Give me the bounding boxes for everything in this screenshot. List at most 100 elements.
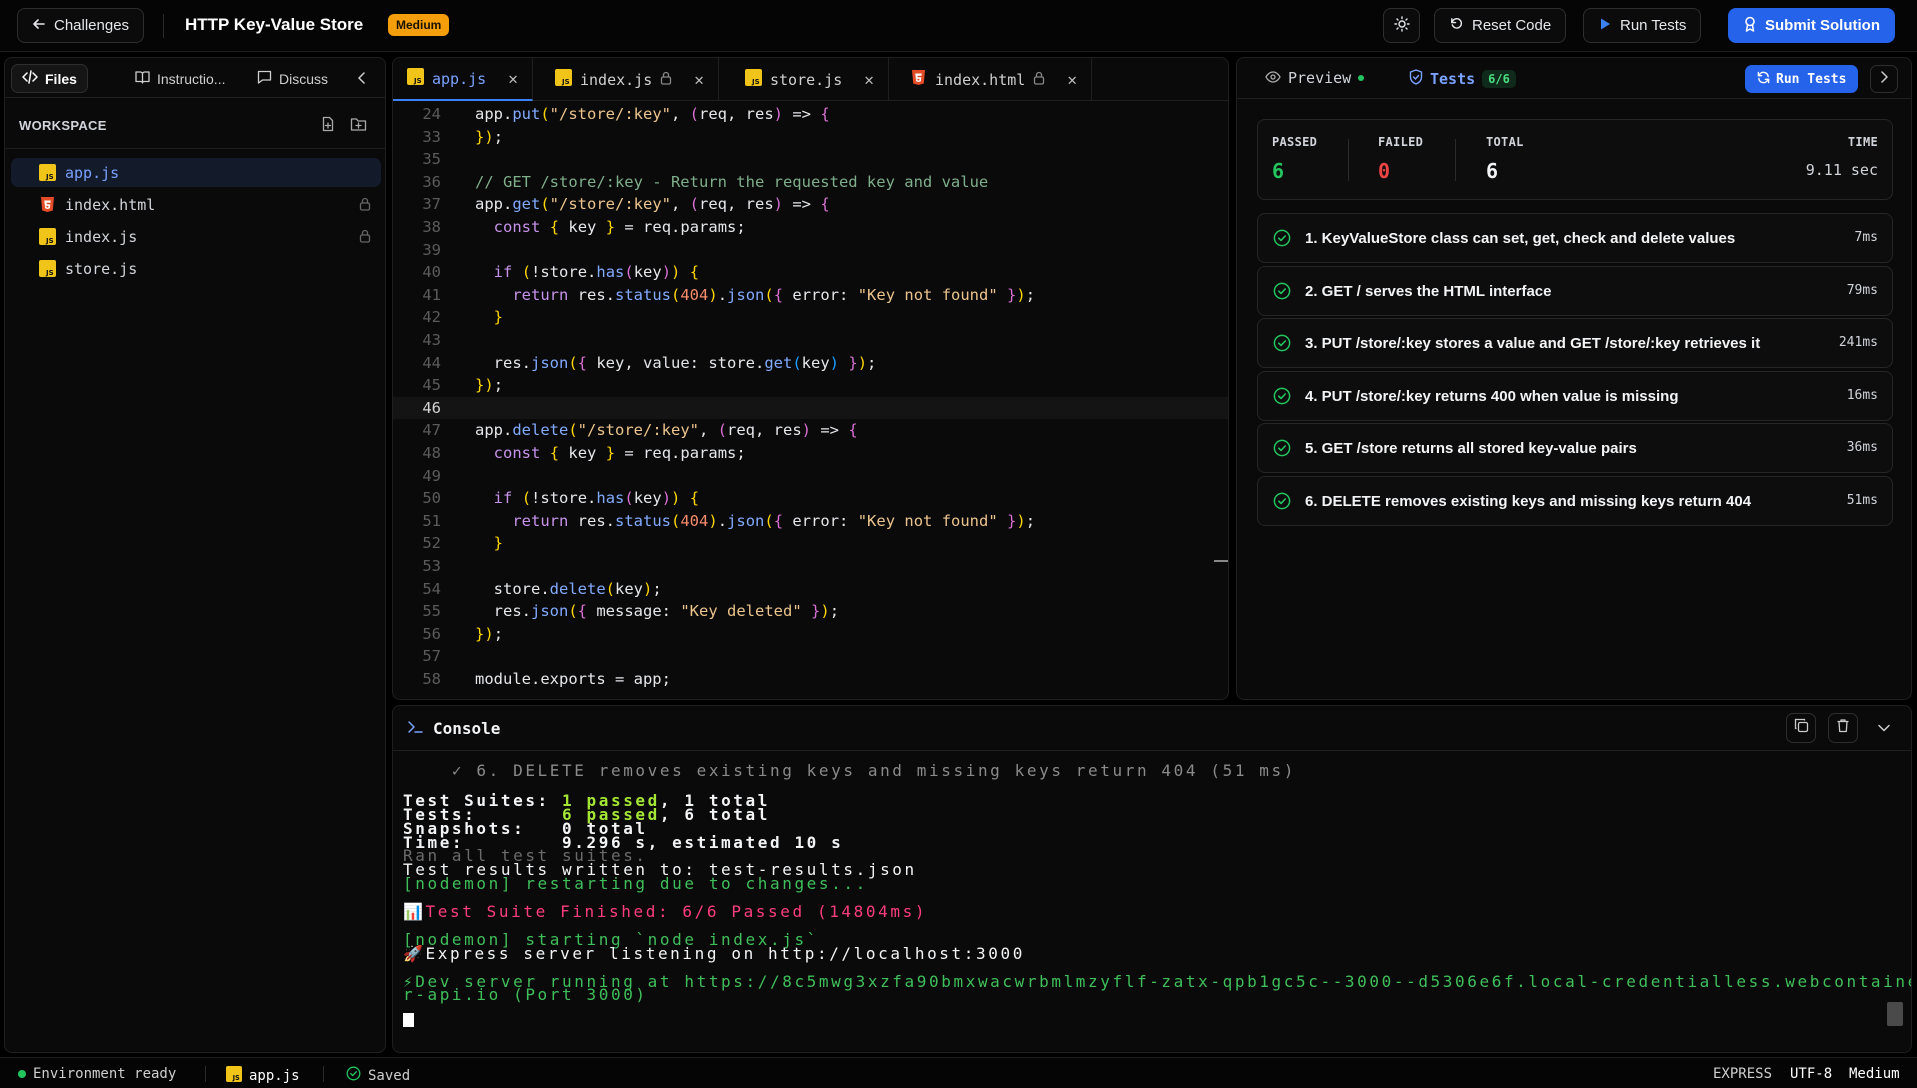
file-item-store-js[interactable]: JS store.js xyxy=(11,254,381,283)
test-result-row[interactable]: 3. PUT /store/:key stores a value and GE… xyxy=(1257,318,1893,369)
file-item-index-html[interactable]: index.html xyxy=(11,190,381,219)
test-result-row[interactable]: 2. GET / serves the HTML interface 79ms xyxy=(1257,265,1893,316)
code-line[interactable]: 54 store.delete(key); xyxy=(393,578,1228,601)
code-line[interactable]: 33}); xyxy=(393,126,1228,149)
tests-count-badge: 6/6 xyxy=(1482,70,1516,88)
tab-tests[interactable]: Tests 6/6 xyxy=(1409,69,1516,89)
test-duration: 51ms xyxy=(1846,493,1878,508)
editor-tabs: JS app.js ✕ JS index.js ✕ JS store.js ✕ xyxy=(393,58,1228,101)
code-line[interactable]: 57 xyxy=(393,645,1228,668)
tab-files[interactable]: Files xyxy=(11,64,88,93)
theme-toggle-button[interactable] xyxy=(1383,8,1420,43)
editor-tab-label: index.js xyxy=(580,70,653,89)
failed-label: FAILED xyxy=(1378,135,1424,149)
test-result-row[interactable]: 4. PUT /store/:key returns 400 when valu… xyxy=(1257,370,1893,421)
expand-panel-button[interactable] xyxy=(1870,65,1898,93)
code-line[interactable]: 47 app.delete("/store/:key", (req, res) =… xyxy=(393,419,1228,442)
test-summary: PASSED 6 FAILED 0 TOTAL 6 TIME 9.11 sec xyxy=(1257,119,1893,200)
code-line[interactable]: 41 return res.status(404).json({ error: … xyxy=(393,284,1228,307)
back-to-challenges-button[interactable]: Challenges xyxy=(17,8,145,43)
test-result-row[interactable]: 1. KeyValueStore class can set, get, che… xyxy=(1257,213,1893,263)
code-line[interactable]: 24 app.put("/store/:key", (req, res) => { xyxy=(393,103,1228,126)
editor-tab-store-js[interactable]: JS store.js ✕ xyxy=(731,58,889,101)
scrollbar-marker xyxy=(1214,560,1228,562)
code-line[interactable]: 39 xyxy=(393,239,1228,262)
status-dot xyxy=(1358,75,1365,81)
panel-run-tests-button[interactable]: Run Tests xyxy=(1745,65,1859,93)
copy-console-button[interactable] xyxy=(1786,713,1816,743)
javascript-file-icon: JS xyxy=(226,1066,242,1086)
tab-instructions[interactable]: Instructio... xyxy=(125,64,235,93)
tab-preview[interactable]: Preview xyxy=(1265,69,1365,87)
close-icon[interactable]: ✕ xyxy=(864,70,874,89)
file-item-app-js[interactable]: JS app.js xyxy=(11,158,381,187)
submit-solution-label: Submit Solution xyxy=(1765,17,1880,34)
code-line[interactable]: 51 return res.status(404).json({ error: … xyxy=(393,510,1228,533)
file-name: index.js xyxy=(65,228,138,246)
code-line[interactable]: 35 xyxy=(393,148,1228,171)
code-line[interactable]: 44 res.json({ key, value: store.get(key)… xyxy=(393,352,1228,375)
new-file-icon[interactable] xyxy=(320,116,336,137)
code-text: store.delete(key); xyxy=(475,579,662,598)
editor-tab-index-js[interactable]: JS index.js ✕ xyxy=(541,58,719,101)
collapse-console-button[interactable] xyxy=(1869,713,1899,743)
file-name: store.js xyxy=(65,260,138,278)
eye-icon xyxy=(1265,69,1281,87)
code-line[interactable]: 48 const { key } = req.params; xyxy=(393,442,1228,465)
lock-icon xyxy=(359,197,371,215)
summary-total: TOTAL 6 xyxy=(1486,135,1524,183)
code-text: }); xyxy=(475,127,504,146)
code-line[interactable]: 46 xyxy=(393,396,1228,420)
html5-file-icon xyxy=(910,69,927,90)
line-number: 39 xyxy=(422,240,441,259)
close-icon[interactable]: ✕ xyxy=(694,70,704,89)
code-line[interactable]: 50 if (!store.has(key)) { xyxy=(393,487,1228,510)
editor-tab-label: app.js xyxy=(432,69,487,88)
code-line[interactable]: 49 xyxy=(393,465,1228,488)
code-line[interactable]: 37 app.get("/store/:key", (req, res) => { xyxy=(393,193,1228,216)
reset-code-button[interactable]: Reset Code xyxy=(1434,8,1567,43)
editor-tab-index-html[interactable]: index.html ✕ xyxy=(896,58,1092,101)
lock-icon xyxy=(359,229,371,247)
difficulty-label: Medium xyxy=(1849,1066,1900,1082)
environment-status-label: Environment ready xyxy=(33,1066,177,1082)
code-line[interactable]: 56}); xyxy=(393,623,1228,646)
console-line: [nodemon] restarting due to changes... xyxy=(403,876,868,892)
code-area[interactable]: 24 app.put("/store/:key", (req, res) => {… xyxy=(393,103,1228,693)
code-line[interactable]: 43 xyxy=(393,329,1228,352)
file-item-index-js[interactable]: JS index.js xyxy=(11,222,381,251)
time-label: TIME xyxy=(1847,135,1878,149)
code-line[interactable]: 53 xyxy=(393,555,1228,578)
console-scrollbar[interactable] xyxy=(1887,1002,1903,1026)
javascript-file-icon: JS xyxy=(39,164,56,181)
difficulty-badge: Medium xyxy=(388,14,450,36)
new-folder-icon[interactable] xyxy=(350,116,367,137)
console-text: ✓ 6. DELETE removes existing keys and mi… xyxy=(403,761,1296,780)
clear-console-button[interactable] xyxy=(1828,713,1858,743)
javascript-file-icon: JS xyxy=(555,69,572,90)
line-number: 48 xyxy=(422,444,441,462)
code-line[interactable]: 36 // GET /store/:key - Return the reques… xyxy=(393,171,1228,194)
current-file: JS app.js xyxy=(226,1066,300,1086)
collapse-panel-button[interactable] xyxy=(347,64,377,93)
line-number: 56 xyxy=(422,624,441,643)
code-line[interactable]: 55 res.json({ message: "Key deleted" }); xyxy=(393,600,1228,623)
run-tests-button[interactable]: Run Tests xyxy=(1583,8,1702,43)
editor-tab-app-js[interactable]: JS app.js ✕ xyxy=(393,58,533,101)
submit-solution-button[interactable]: Submit Solution xyxy=(1728,8,1895,43)
test-result-row[interactable]: 6. DELETE removes existing keys and miss… xyxy=(1257,476,1893,526)
tab-discuss[interactable]: Discuss xyxy=(247,64,338,93)
code-line[interactable]: 52 } xyxy=(393,532,1228,555)
close-icon[interactable]: ✕ xyxy=(508,69,518,88)
code-line[interactable]: 45}); xyxy=(393,374,1228,397)
summary-failed: FAILED 0 xyxy=(1378,135,1423,183)
code-line[interactable]: 38 const { key } = req.params; xyxy=(393,216,1228,239)
code-line[interactable]: 58 module.exports = app; xyxy=(393,668,1228,691)
close-icon[interactable]: ✕ xyxy=(1067,70,1077,89)
code-text: }); xyxy=(475,624,504,643)
code-line[interactable]: 42 } xyxy=(393,306,1228,329)
divider xyxy=(5,148,385,149)
test-result-row[interactable]: 5. GET /store returns all stored key-val… xyxy=(1257,423,1893,474)
code-line[interactable]: 40 if (!store.has(key)) { xyxy=(393,261,1228,284)
summary-time: TIME 9.11 sec xyxy=(1806,135,1878,179)
